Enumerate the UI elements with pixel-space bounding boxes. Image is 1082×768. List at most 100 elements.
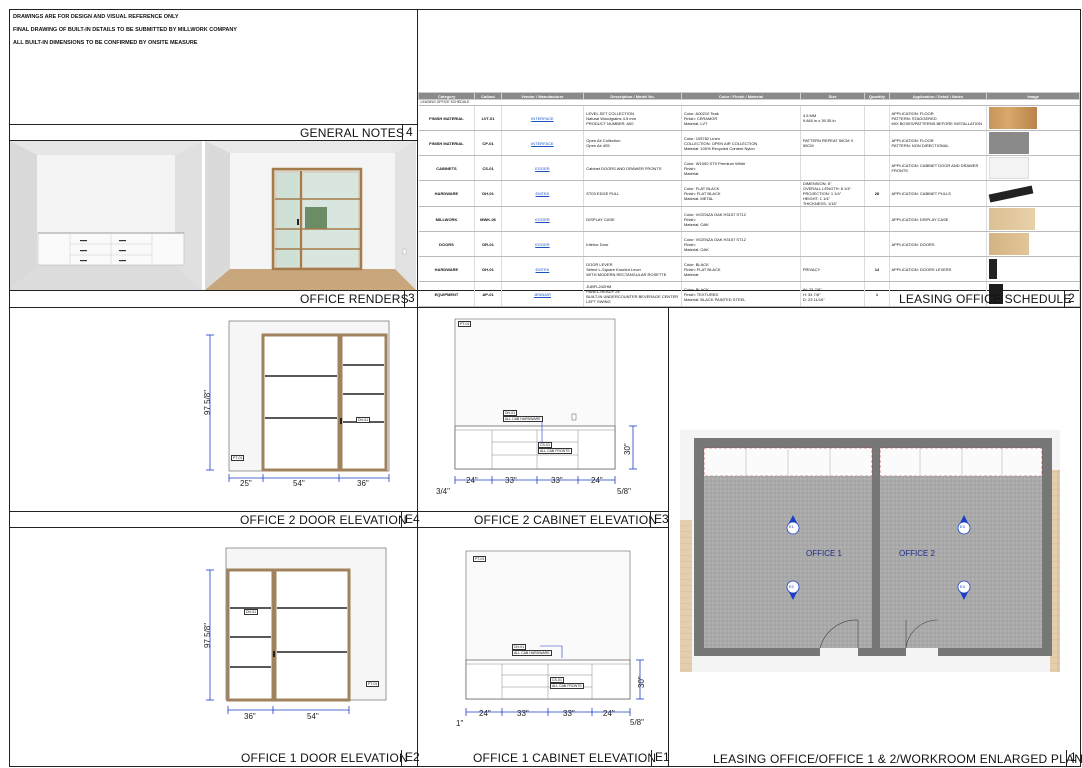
schedule-vendor-link[interactable]: JENNAIR xyxy=(501,281,585,307)
schedule-row: FINISH MATERIAL CP-01 INTERFACE Open Air Co… xyxy=(418,130,1080,156)
elevation-marker: E1 xyxy=(789,524,794,529)
schedule-table: Category Callout Vendor / Manufacturer D… xyxy=(417,92,1080,307)
schedule-image-swatch xyxy=(986,231,1080,257)
schedule-row: DOORS DR-01 EGGER Interior Door Color: VICEN… xyxy=(418,231,1080,257)
general-note: FINAL DRAWING OF BUILT-IN DETAILS TO BE … xyxy=(13,27,237,33)
schedule-description: DOOR LEVER Select L-Square Knurled Lever… xyxy=(583,256,682,282)
schedule-callout: DH-01 xyxy=(474,180,502,207)
room-label-office-2: OFFICE 2 xyxy=(899,549,936,558)
panel-title: OFFICE RENDERS xyxy=(300,292,409,306)
schedule-color: Color: VICENZA OAK H3157 ST12 Finish: Ma… xyxy=(681,231,801,257)
schedule-size xyxy=(800,206,866,232)
schedule-quantity xyxy=(864,155,890,181)
schedule-category: EQUIPMENT xyxy=(418,281,476,307)
panel-title: GENERAL NOTES xyxy=(300,126,405,140)
dim-height: 30" xyxy=(623,443,632,455)
dim-width: 33" xyxy=(551,476,563,485)
schedule-size: PATTERN REPEAT 50CM X 50CM xyxy=(800,130,866,156)
finish-tag: ALL CAB FRONTS xyxy=(550,683,584,689)
schedule-category: FINISH MATERIAL xyxy=(418,130,476,156)
schedule-notes: APPLICATION: DOORS LEVERS xyxy=(889,256,988,282)
panel-title: OFFICE 1 DOOR ELEVATION xyxy=(241,751,408,765)
hardware-tag: ALL CAB HARDWARE xyxy=(512,650,552,656)
enlarged-floor-plan xyxy=(680,430,1060,672)
schedule-size xyxy=(800,155,866,181)
hardware-tag: ALL CAB HARDWARE xyxy=(503,416,543,422)
schedule-quantity: 1 xyxy=(864,281,890,307)
col-header: Callout xyxy=(474,92,502,100)
schedule-description: JUBFL242HM PANEL-READY 24" BUILT-IN UNDE… xyxy=(583,281,682,307)
schedule-image-swatch xyxy=(986,256,1080,282)
hardware-tag: DH-01 xyxy=(244,609,259,615)
schedule-image-swatch xyxy=(986,206,1080,232)
dim-width: 24" xyxy=(466,476,478,485)
schedule-size: 4.5 MM 9.845 in x 39.35 in xyxy=(800,105,866,131)
divider xyxy=(417,307,418,767)
schedule-notes: APPLICATION: CABINET PULLS xyxy=(889,180,988,207)
panel-title: OFFICE 2 CABINET ELEVATION xyxy=(474,513,658,527)
paint-tag: PT-01 xyxy=(231,455,245,461)
schedule-callout: DR-01 xyxy=(474,231,502,257)
divider xyxy=(9,527,668,528)
render-cabinet-wall xyxy=(10,141,202,290)
o1-cabinet-elevation xyxy=(440,548,655,728)
schedule-quantity xyxy=(864,206,890,232)
panel-number: 2 xyxy=(1064,291,1075,307)
schedule-quantity xyxy=(864,130,890,156)
schedule-header-row: Category Callout Vendor / Manufacturer D… xyxy=(417,92,1080,100)
schedule-quantity xyxy=(864,105,890,131)
panel-number: 1 xyxy=(1066,750,1077,766)
schedule-row: CABINETS CS-01 EGGER Cabinet DOORS AND DRAW… xyxy=(418,155,1080,181)
schedule-vendor-link[interactable]: INTERFACE xyxy=(501,105,585,131)
schedule-color: Color: FLAT BLACK Finish: FLAT BLACK Mat… xyxy=(681,180,801,207)
dim-width: 54" xyxy=(293,479,305,488)
dim-width: 33" xyxy=(505,476,517,485)
schedule-callout: CS-01 xyxy=(474,155,502,181)
schedule-vendor-link[interactable]: EGGER xyxy=(501,231,585,257)
panel-number: 4 xyxy=(402,125,413,140)
schedule-category: HARDWARE xyxy=(418,256,476,282)
col-header: Color / Finish / Material xyxy=(680,92,801,100)
schedule-quantity: 28 xyxy=(864,180,890,207)
schedule-vendor-link[interactable]: INTERFACE xyxy=(501,130,585,156)
col-header: Image xyxy=(986,92,1080,100)
dim-height: 97 5/8" xyxy=(203,389,212,415)
paint-tag: PT-01 xyxy=(458,321,472,327)
hardware-tag: DH-01 xyxy=(356,417,371,423)
schedule-category: MILLWORK xyxy=(418,206,476,232)
dim-width: 33" xyxy=(517,709,529,718)
o2-cabinet-elevation xyxy=(430,316,655,496)
schedule-callout: CP-01 xyxy=(474,130,502,156)
dim-width: 24" xyxy=(603,709,615,718)
col-header: Category xyxy=(417,92,476,100)
schedule-description: LEVEL SET COLLECTION Natural Woodgrains … xyxy=(583,105,682,131)
panel-title: OFFICE 2 DOOR ELEVATION xyxy=(240,513,407,527)
col-header: Quantity xyxy=(864,92,890,100)
panel-number: 3 xyxy=(404,291,415,307)
panel-title: OFFICE 1 CABINET ELEVATION xyxy=(473,751,657,765)
schedule-description: DISPLAY CASE xyxy=(583,206,682,232)
schedule-size: PRIVACY xyxy=(800,256,866,282)
dim-height: 97 5/8" xyxy=(203,622,212,648)
schedule-callout: LVT-01 xyxy=(474,105,502,131)
schedule-size: DIMENSION: 8" OVERALL LENGTH: 8 1/4" PRO… xyxy=(800,180,866,207)
schedule-notes: APPLICATION: DISPLAY CASE xyxy=(889,206,988,232)
schedule-image-swatch xyxy=(986,155,1080,181)
schedule-callout: MWK-06 xyxy=(474,206,502,232)
schedule-category: HARDWARE xyxy=(418,180,476,207)
dim-width: 24" xyxy=(479,709,491,718)
room-label-office-1: OFFICE 1 xyxy=(806,549,843,558)
dim-width: 3/4" xyxy=(436,487,450,496)
schedule-category: DOORS xyxy=(418,231,476,257)
schedule-vendor-link[interactable]: EGGER xyxy=(501,206,585,232)
schedule-vendor-link[interactable]: EGGER xyxy=(501,155,585,181)
elevation-marker: E2 xyxy=(789,584,794,589)
schedule-vendor-link[interactable]: EMTEK xyxy=(501,256,585,282)
col-header: Application / Detail / Notes xyxy=(888,92,988,100)
schedule-image-swatch xyxy=(986,180,1080,207)
divider xyxy=(9,307,1081,308)
dim-width: 36" xyxy=(244,712,256,721)
schedule-vendor-link[interactable]: EMTEK xyxy=(501,180,585,207)
panel-number: E1 xyxy=(651,750,670,766)
schedule-size xyxy=(800,231,866,257)
